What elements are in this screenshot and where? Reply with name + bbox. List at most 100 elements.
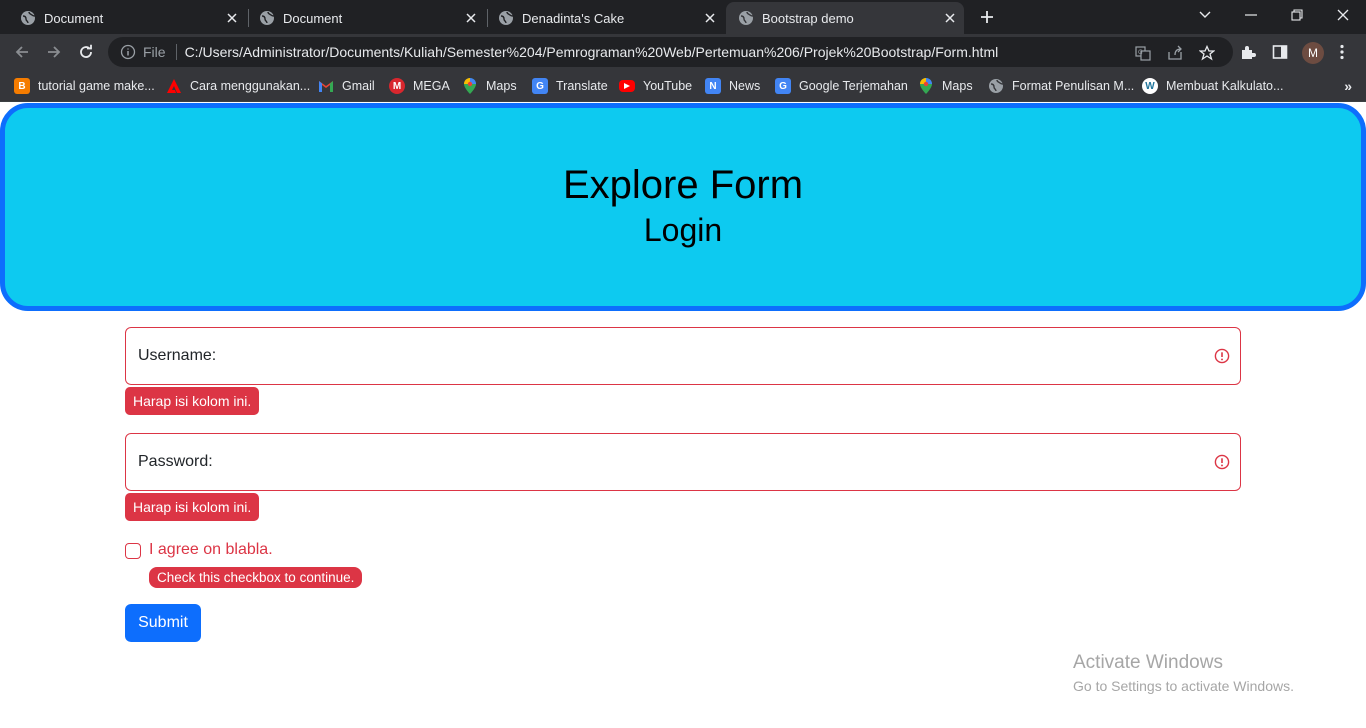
page-subtitle: Login — [643, 212, 723, 248]
bookmark-item[interactable]: Format Penulisan M... — [988, 74, 1134, 98]
minimize-icon — [1245, 14, 1257, 16]
bookmark-item[interactable]: Maps — [462, 74, 517, 98]
password-error-message: Harap isi kolom ini. — [125, 493, 260, 521]
menu-kebab-icon[interactable] — [1332, 42, 1352, 62]
agree-checkbox-label[interactable]: I agree on blabla. — [149, 541, 273, 559]
close-icon[interactable] — [224, 10, 240, 26]
bookmark-label: Membuat Kalkulato... — [1166, 79, 1284, 93]
arrow-right-icon — [48, 46, 61, 58]
browser-toolbar: File C:/Users/Administrator/Documents/Ku… — [0, 34, 1366, 70]
bookmark-label: News — [729, 79, 761, 93]
page-title: Explore Form — [562, 163, 804, 207]
bookmarks-bar: B tutorial game make... Cara menggunakan… — [0, 70, 1366, 102]
bookmark-label: Cara menggunakan... — [190, 79, 311, 93]
watermark-title: Activate Windows — [1073, 652, 1223, 673]
news-icon: N — [705, 78, 721, 94]
tab-bootstrap-demo[interactable]: Bootstrap demo — [726, 2, 964, 34]
svg-text:G: G — [1138, 49, 1143, 56]
more-bookmarks-button[interactable]: » — [1344, 78, 1352, 94]
restore-button[interactable] — [1274, 0, 1320, 30]
tab-title: Bootstrap demo — [762, 10, 854, 26]
bookmark-item[interactable]: YouTube — [619, 74, 692, 98]
activate-windows-watermark: Activate Windows Go to Settings to activ… — [1073, 652, 1294, 697]
scheme-label: File — [143, 44, 166, 60]
bookmark-item[interactable]: Cara menggunakan... — [166, 74, 310, 98]
youtube-icon — [619, 80, 635, 92]
bookmark-label: tutorial game make... — [38, 79, 155, 93]
globe-icon — [259, 10, 275, 26]
tab-strip: Document Document Denadinta's Cake Boots… — [0, 0, 1366, 34]
watermark-subtitle: Go to Settings to activate Windows. — [1073, 678, 1294, 694]
profile-avatar[interactable]: M — [1302, 42, 1324, 64]
tab-document-2[interactable]: Document — [247, 2, 485, 34]
error-icon — [1214, 348, 1230, 364]
agree-checkbox[interactable] — [125, 543, 141, 559]
adobe-icon — [166, 78, 182, 94]
minimize-button[interactable] — [1228, 0, 1274, 30]
submit-button[interactable]: Submit — [125, 604, 201, 642]
username-label: Username: — [138, 347, 217, 364]
chevron-down-icon — [1199, 11, 1211, 18]
info-icon[interactable] — [120, 44, 136, 60]
bookmark-item[interactable]: Maps — [918, 74, 973, 98]
bookmark-star-icon[interactable] — [1198, 44, 1216, 62]
tab-title: Denadinta's Cake — [522, 10, 625, 26]
url-text[interactable]: C:/Users/Administrator/Documents/Kuliah/… — [185, 44, 999, 60]
divider — [175, 44, 177, 60]
forward-button[interactable] — [42, 40, 66, 64]
close-icon[interactable] — [463, 10, 479, 26]
bookmark-item[interactable]: M MEGA — [389, 74, 450, 98]
share-icon[interactable] — [1166, 44, 1184, 62]
mega-icon: M — [389, 78, 405, 94]
translate-icon: G — [532, 78, 548, 94]
tab-document-1[interactable]: Document — [8, 2, 246, 34]
bookmark-item[interactable]: Gmail — [318, 74, 375, 98]
translate-icon: G — [775, 78, 791, 94]
bookmark-label: Google Terjemahan — [799, 79, 908, 93]
close-icon[interactable] — [942, 10, 958, 26]
bookmark-item[interactable]: W Membuat Kalkulato... — [1142, 74, 1283, 98]
translate-icon[interactable]: G — [1134, 44, 1152, 62]
close-icon — [1337, 9, 1349, 21]
reload-icon — [80, 44, 92, 58]
back-button[interactable] — [10, 40, 34, 64]
checkbox-error-message: Check this checkbox to continue. — [149, 567, 363, 588]
username-error-message: Harap isi kolom ini. — [125, 387, 260, 415]
bookmark-item[interactable]: G Translate — [532, 74, 608, 98]
reload-button[interactable] — [74, 40, 98, 64]
restore-icon — [1291, 9, 1303, 21]
close-window-button[interactable] — [1320, 0, 1366, 30]
password-field[interactable]: Password: — [125, 433, 1241, 491]
tab-title: Document — [283, 10, 343, 26]
globe-icon — [20, 10, 36, 26]
tab-title: Document — [44, 10, 104, 26]
bookmark-label: MEGA — [413, 79, 450, 93]
address-bar[interactable]: File C:/Users/Administrator/Documents/Ku… — [108, 37, 1233, 67]
password-label: Password: — [138, 453, 213, 470]
bookmark-label: Gmail — [342, 79, 375, 93]
globe-icon — [738, 10, 754, 26]
globe-icon — [988, 78, 1004, 94]
bookmark-item[interactable]: B tutorial game make... — [14, 74, 155, 98]
extensions-icon[interactable] — [1238, 42, 1258, 62]
bookmark-label: Format Penulisan M... — [1012, 79, 1135, 93]
bookmark-label: Maps — [942, 79, 973, 93]
bookmark-label: Maps — [486, 79, 517, 93]
gmail-icon — [318, 78, 334, 94]
username-field[interactable]: Username: — [125, 327, 1241, 385]
blogger-icon: B — [14, 78, 30, 94]
maps-icon — [918, 78, 934, 94]
close-icon[interactable] — [702, 10, 718, 26]
tab-denadintas-cake[interactable]: Denadinta's Cake — [486, 2, 724, 34]
tab-search-button[interactable] — [1182, 0, 1228, 30]
bookmark-label: Translate — [556, 79, 608, 93]
page-header: Explore Form Login — [0, 103, 1366, 311]
globe-icon — [498, 10, 514, 26]
error-icon — [1214, 454, 1230, 470]
bookmark-item[interactable]: G Google Terjemahan — [775, 74, 908, 98]
maps-icon — [462, 78, 478, 94]
wordpress-icon: W — [1142, 78, 1158, 94]
new-tab-button[interactable] — [975, 5, 999, 29]
bookmark-item[interactable]: N News — [705, 74, 760, 98]
side-panel-icon[interactable] — [1270, 42, 1290, 62]
